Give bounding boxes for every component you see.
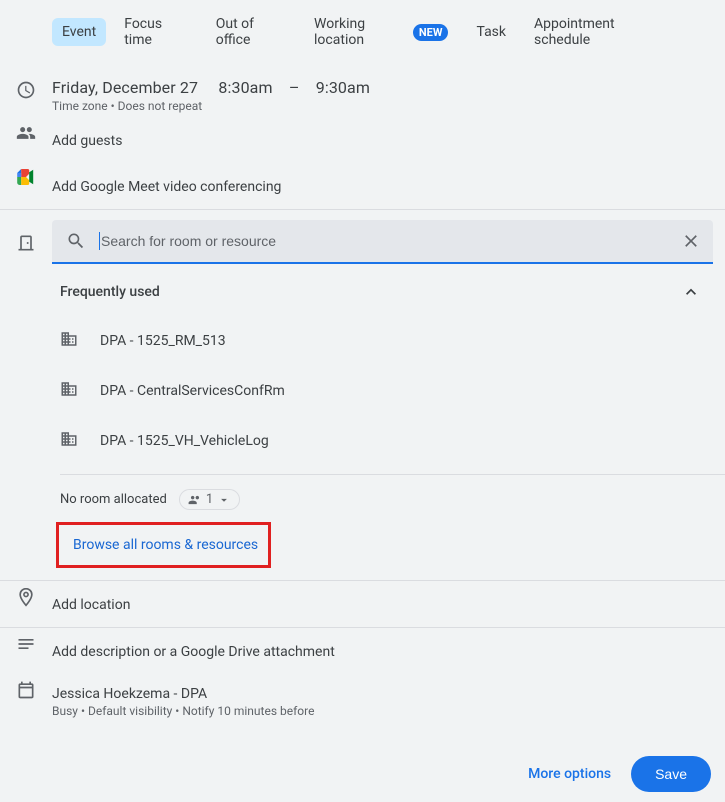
calendar-selector[interactable]: Jessica Hoekzema - DPA xyxy=(52,686,227,702)
tab-task[interactable]: Task xyxy=(466,18,516,46)
notification-label[interactable]: Notify 10 minutes before xyxy=(172,704,314,718)
room-search-input[interactable] xyxy=(101,220,669,262)
chevron-down-icon xyxy=(217,493,231,507)
tab-working-location[interactable]: Working location NEW xyxy=(304,10,458,54)
chevron-up-icon xyxy=(681,282,701,302)
calendar-icon xyxy=(16,680,36,700)
description-row: Add description or a Google Drive attach… xyxy=(0,628,725,674)
add-location-button[interactable]: Add location xyxy=(52,585,130,623)
room-label: DPA - 1525_RM_513 xyxy=(100,333,226,349)
calendar-color-dot xyxy=(215,688,227,700)
google-meet-icon xyxy=(16,169,36,185)
highlight-annotation: Browse all rooms & resources xyxy=(56,522,271,568)
meet-row: Add Google Meet video conferencing xyxy=(0,163,725,209)
location-pin-icon xyxy=(16,587,36,607)
room-option[interactable]: DPA - 1525_RM_513 xyxy=(0,316,725,366)
add-meet-button[interactable]: Add Google Meet video conferencing xyxy=(52,167,281,205)
tab-appointment-schedule[interactable]: Appointment schedule xyxy=(524,10,673,54)
new-badge: NEW xyxy=(413,24,449,41)
no-room-text: No room allocated xyxy=(60,492,167,507)
close-icon xyxy=(681,231,701,251)
room-option[interactable]: DPA - 1525_VH_VehicleLog xyxy=(0,416,725,466)
room-option[interactable]: DPA - CentralServicesConfRm xyxy=(0,366,725,416)
guest-count-chip[interactable]: 1 xyxy=(179,489,240,510)
tab-focus-time[interactable]: Focus time xyxy=(114,10,198,54)
more-options-button[interactable]: More options xyxy=(528,766,611,782)
tab-out-of-office[interactable]: Out of office xyxy=(206,10,296,54)
calendar-name-label: Jessica Hoekzema - DPA xyxy=(52,686,207,702)
event-end-time[interactable]: 9:30am xyxy=(308,78,370,97)
tab-event[interactable]: Event xyxy=(52,18,106,46)
availability-label[interactable]: Busy xyxy=(52,704,78,718)
datetime-row: Friday, December 27 8:30am – 9:30am Time… xyxy=(0,74,725,117)
clear-search-button[interactable] xyxy=(669,231,713,251)
event-date[interactable]: Friday, December 27 xyxy=(52,78,198,97)
room-label: DPA - CentralServicesConfRm xyxy=(100,383,285,399)
notes-icon xyxy=(16,634,36,654)
people-icon xyxy=(188,493,202,507)
room-label: DPA - 1525_VH_VehicleLog xyxy=(100,433,269,449)
frequently-used-header[interactable]: Frequently used xyxy=(0,264,725,316)
tab-label: Working location xyxy=(314,16,407,48)
building-icon xyxy=(60,330,78,348)
footer: More options Save xyxy=(0,732,725,802)
room-search-box xyxy=(52,220,713,264)
room-icon xyxy=(16,233,36,253)
text-cursor xyxy=(99,232,100,250)
visibility-label[interactable]: Default visibility xyxy=(78,704,172,718)
guests-row: Add guests xyxy=(0,117,725,163)
building-icon xyxy=(60,430,78,448)
calendar-row: Jessica Hoekzema - DPA BusyDefault visib… xyxy=(0,674,725,722)
search-icon xyxy=(66,231,86,251)
timezone-link[interactable]: Time zone xyxy=(52,99,108,113)
clock-icon xyxy=(16,80,36,100)
repeat-link[interactable]: Does not repeat xyxy=(108,99,203,113)
event-type-tabs: Event Focus time Out of office Working l… xyxy=(0,0,725,56)
guest-count: 1 xyxy=(206,492,213,507)
time-separator: – xyxy=(281,78,300,97)
browse-rooms-link[interactable]: Browse all rooms & resources xyxy=(65,527,266,563)
section-title: Frequently used xyxy=(60,284,160,300)
add-description-button[interactable]: Add description or a Google Drive attach… xyxy=(52,632,335,670)
add-guests-button[interactable]: Add guests xyxy=(52,121,122,159)
building-icon xyxy=(60,380,78,398)
location-row: Add location xyxy=(0,581,725,627)
people-icon xyxy=(16,123,36,143)
save-button[interactable]: Save xyxy=(631,756,711,792)
event-start-time[interactable]: 8:30am xyxy=(210,78,272,97)
